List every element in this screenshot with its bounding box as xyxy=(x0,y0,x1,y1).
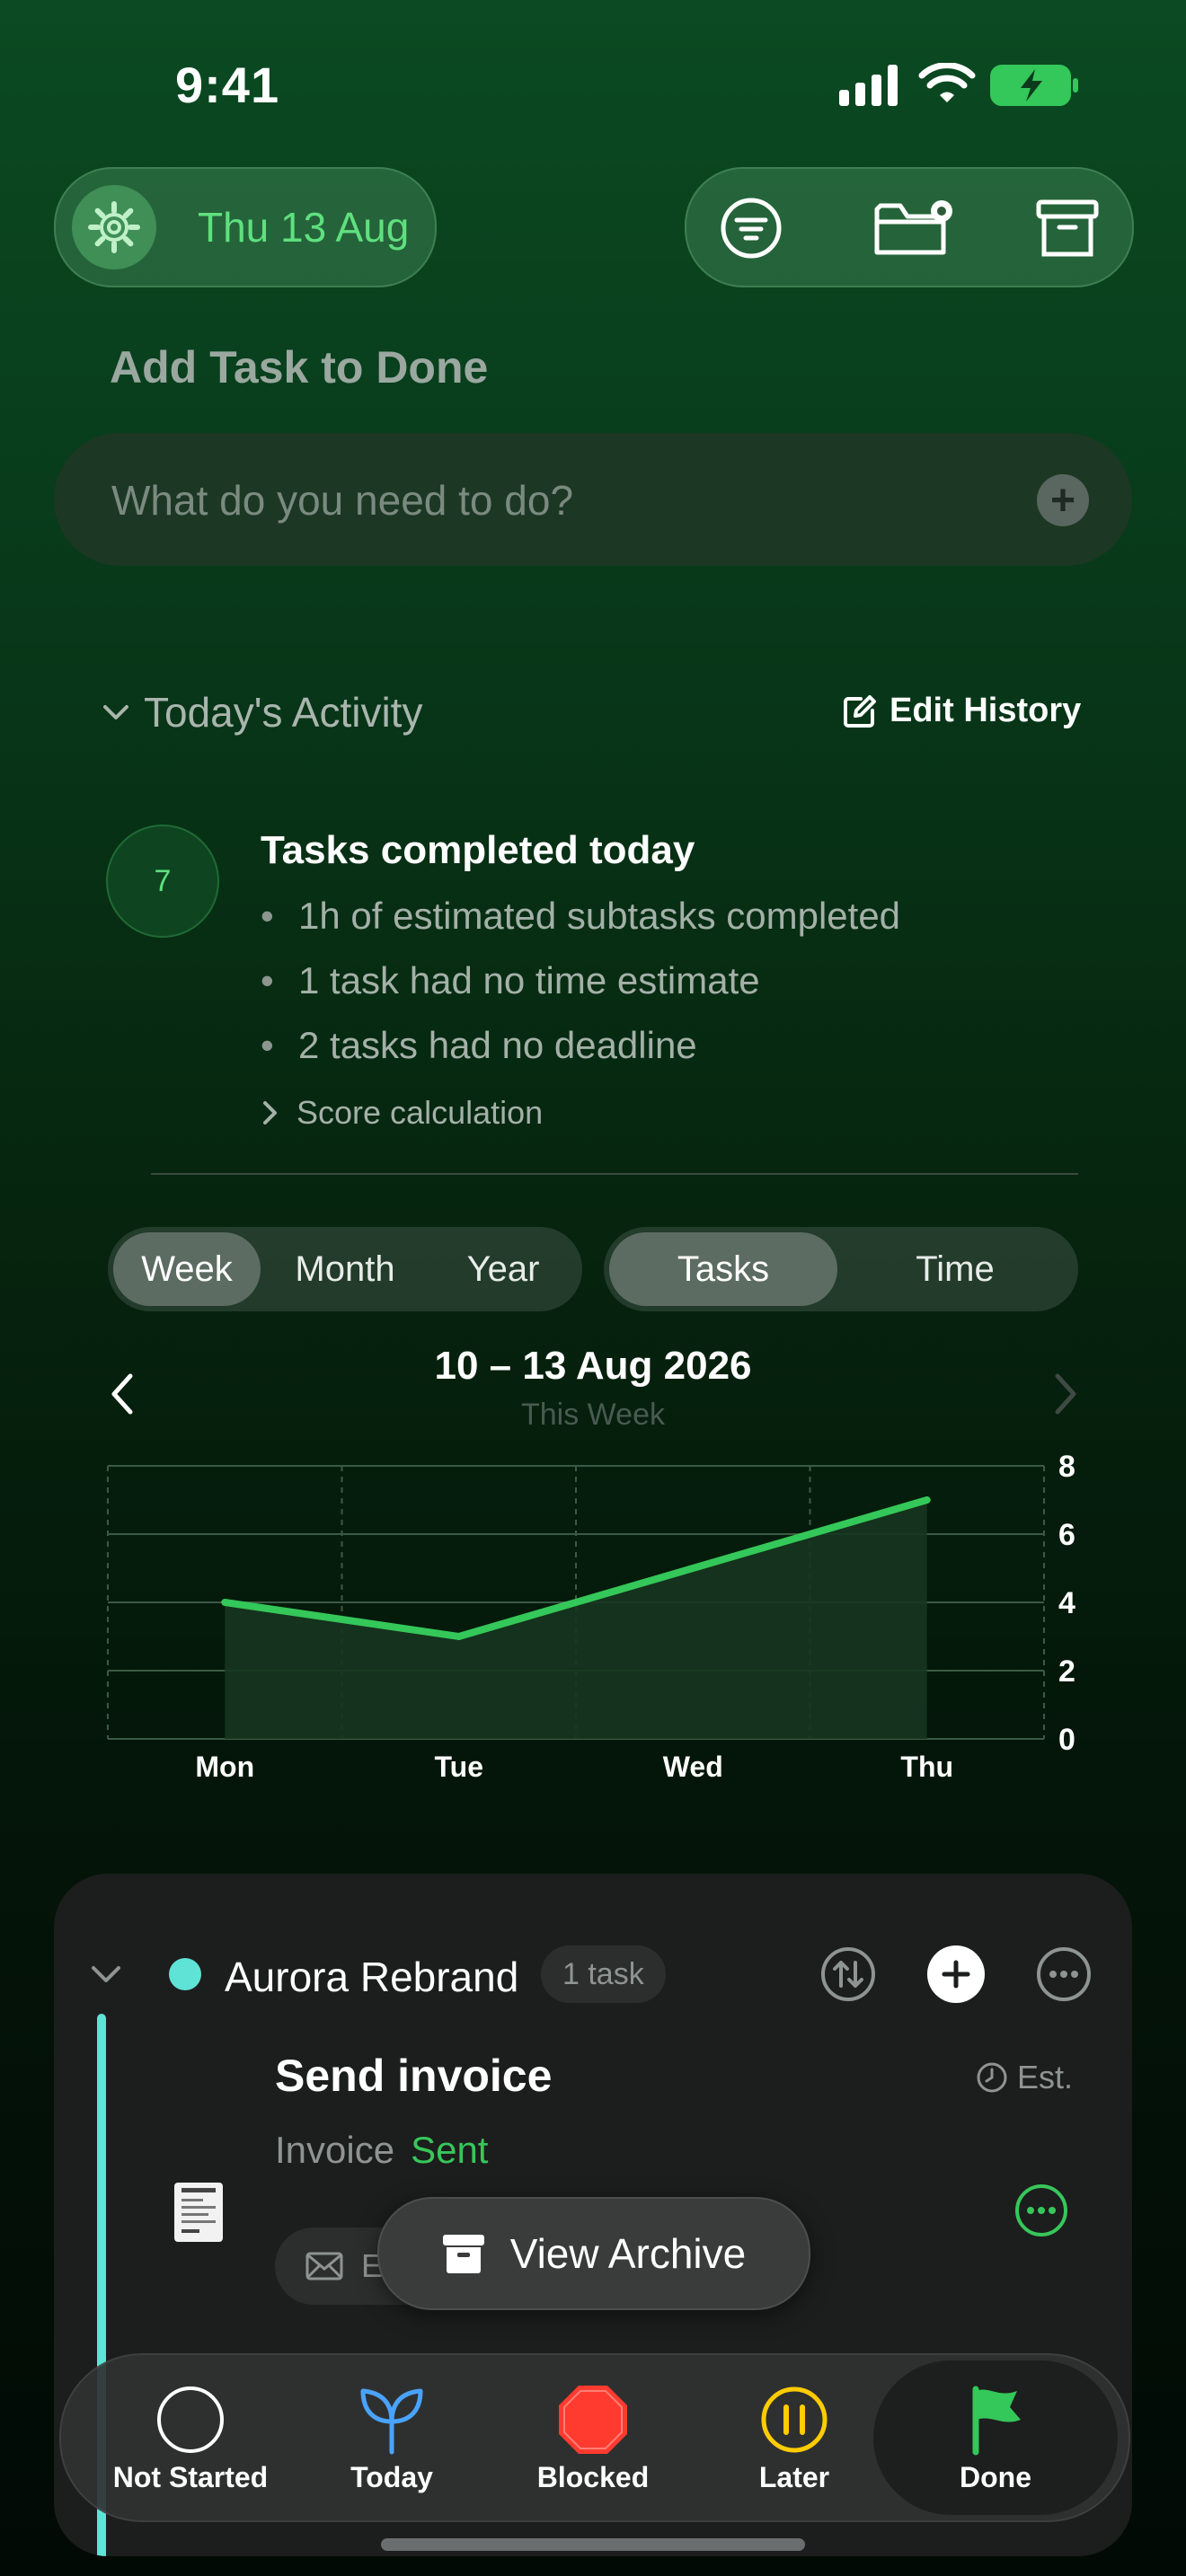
data-point xyxy=(223,1601,227,1604)
data-point xyxy=(456,1635,461,1638)
activity-toggle-label: Today's Activity xyxy=(144,689,423,736)
previous-period-button[interactable] xyxy=(95,1367,149,1421)
task-input-container: + xyxy=(54,433,1132,566)
home-indicator xyxy=(381,2538,805,2551)
tab-blocked[interactable]: Blocked xyxy=(494,2355,692,2520)
activity-toggle[interactable]: Today's Activity xyxy=(101,688,422,737)
divider xyxy=(151,1173,1078,1175)
y-tick-label: 4 xyxy=(1058,1586,1075,1620)
x-tick-label: Mon xyxy=(195,1751,254,1783)
next-period-button[interactable] xyxy=(1039,1367,1093,1421)
filter-icon[interactable] xyxy=(713,190,789,266)
task-subtitle: Invoice Sent xyxy=(275,2129,488,2172)
time-estimate-label: Est. xyxy=(1017,2059,1074,2095)
score-badge: 7 xyxy=(106,825,219,938)
more-options-icon[interactable] xyxy=(1035,1945,1093,2003)
tasks-chart: 0 2 4 6 8 Mon Tue Wed Thu xyxy=(107,1450,1075,1783)
add-task-to-project-button[interactable] xyxy=(927,1945,985,2003)
tab-today[interactable]: Today xyxy=(293,2355,491,2520)
battery-charging-icon xyxy=(990,63,1080,112)
period-sublabel: This Week xyxy=(521,1398,665,1432)
archive-icon xyxy=(442,2235,484,2273)
chevron-left-icon xyxy=(111,1373,133,1415)
score-calculation-label: Score calculation xyxy=(296,1094,544,1131)
gear-icon[interactable] xyxy=(72,185,156,269)
project-color-dot xyxy=(169,1958,201,1990)
folder-settings-icon[interactable] xyxy=(872,190,961,266)
x-tick-label: Thu xyxy=(900,1751,953,1783)
project-task-count: 1 task xyxy=(541,1945,666,2003)
metric-segmented-control: Tasks Time xyxy=(604,1227,1078,1311)
chevron-down-icon xyxy=(103,705,128,719)
tab-label: Blocked xyxy=(536,2461,650,2493)
chevron-down-icon[interactable] xyxy=(88,1958,124,1995)
pause-icon xyxy=(758,2384,830,2456)
wifi-icon xyxy=(918,62,976,110)
clock-icon xyxy=(977,2062,1007,2093)
x-tick-label: Wed xyxy=(663,1751,723,1783)
circle-outline-icon xyxy=(155,2384,226,2456)
period-label: 10 – 13 Aug 2026 xyxy=(434,1344,752,1388)
summary-list: 1h of estimated subtasks completed 1 tas… xyxy=(261,891,900,1085)
tab-label: Not Started xyxy=(112,2461,269,2493)
tab-later[interactable]: Later xyxy=(695,2355,893,2520)
segment-year[interactable]: Year xyxy=(429,1232,577,1306)
y-tick-label: 2 xyxy=(1058,1654,1075,1689)
summary-item: 1 task had no time estimate xyxy=(261,956,900,1020)
task-input[interactable] xyxy=(110,465,1012,535)
summary-item: 2 tasks had no deadline xyxy=(261,1020,900,1085)
tab-label: Today xyxy=(350,2461,433,2493)
segment-time[interactable]: Time xyxy=(837,1232,1073,1306)
receipt-icon xyxy=(174,2183,223,2242)
toolbar-pill xyxy=(685,167,1134,287)
data-point xyxy=(925,1498,929,1502)
cellular-signal-icon xyxy=(839,65,900,110)
plus-icon xyxy=(942,1960,970,1989)
add-task-button[interactable]: + xyxy=(1037,474,1089,526)
task-more-icon[interactable] xyxy=(1015,2184,1067,2236)
time-estimate-button[interactable]: Est. xyxy=(976,2059,1073,2096)
segment-tasks[interactable]: Tasks xyxy=(609,1232,837,1306)
task-title[interactable]: Send invoice xyxy=(275,2050,552,2102)
summary-item: 1h of estimated subtasks completed xyxy=(261,891,900,956)
tab-label: Later xyxy=(758,2461,830,2493)
archive-box-icon[interactable] xyxy=(1030,190,1105,266)
chevron-right-icon xyxy=(1055,1373,1076,1415)
y-tick-label: 8 xyxy=(1058,1450,1075,1484)
mail-icon xyxy=(305,2252,343,2280)
status-time: 9:41 xyxy=(175,57,280,113)
stop-sign-icon xyxy=(557,2384,629,2456)
score-calculation-toggle[interactable]: Score calculation xyxy=(261,1094,543,1132)
tab-bar: Not Started Today Blocked Later Done xyxy=(59,2353,1130,2522)
segment-week[interactable]: Week xyxy=(113,1232,261,1306)
date-pill[interactable]: Thu 13 Aug xyxy=(54,167,437,287)
project-name: Aurora Rebrand xyxy=(225,1954,519,2000)
chevron-right-icon xyxy=(263,1101,277,1125)
edit-history-label: Edit History xyxy=(890,692,1082,729)
y-tick-label: 6 xyxy=(1058,1518,1075,1552)
sort-icon[interactable] xyxy=(819,1945,877,2003)
task-sub-label: Invoice xyxy=(275,2129,395,2171)
view-archive-label: View Archive xyxy=(509,2230,747,2277)
add-task-title: Add Task to Done xyxy=(110,342,489,393)
tab-label: Done xyxy=(960,2461,1031,2493)
tab-done[interactable]: Done xyxy=(873,2360,1118,2515)
flag-icon xyxy=(960,2384,1031,2456)
data-point xyxy=(691,1566,695,1570)
range-segmented-control: Week Month Year xyxy=(108,1227,582,1311)
project-header[interactable]: Aurora Rebrand 1 task xyxy=(54,1919,1132,2030)
summary-title: Tasks completed today xyxy=(261,828,695,872)
edit-icon xyxy=(844,694,876,728)
x-tick-label: Tue xyxy=(434,1751,483,1783)
tab-not-started[interactable]: Not Started xyxy=(92,2355,289,2520)
edit-history-button[interactable]: Edit History xyxy=(843,692,1081,730)
view-archive-button[interactable]: View Archive xyxy=(377,2197,810,2310)
task-sub-status: Sent xyxy=(411,2129,489,2171)
y-tick-label: 0 xyxy=(1058,1723,1075,1757)
sprout-icon xyxy=(356,2384,428,2456)
segment-month[interactable]: Month xyxy=(261,1232,429,1306)
date-label: Thu 13 Aug xyxy=(198,204,410,251)
